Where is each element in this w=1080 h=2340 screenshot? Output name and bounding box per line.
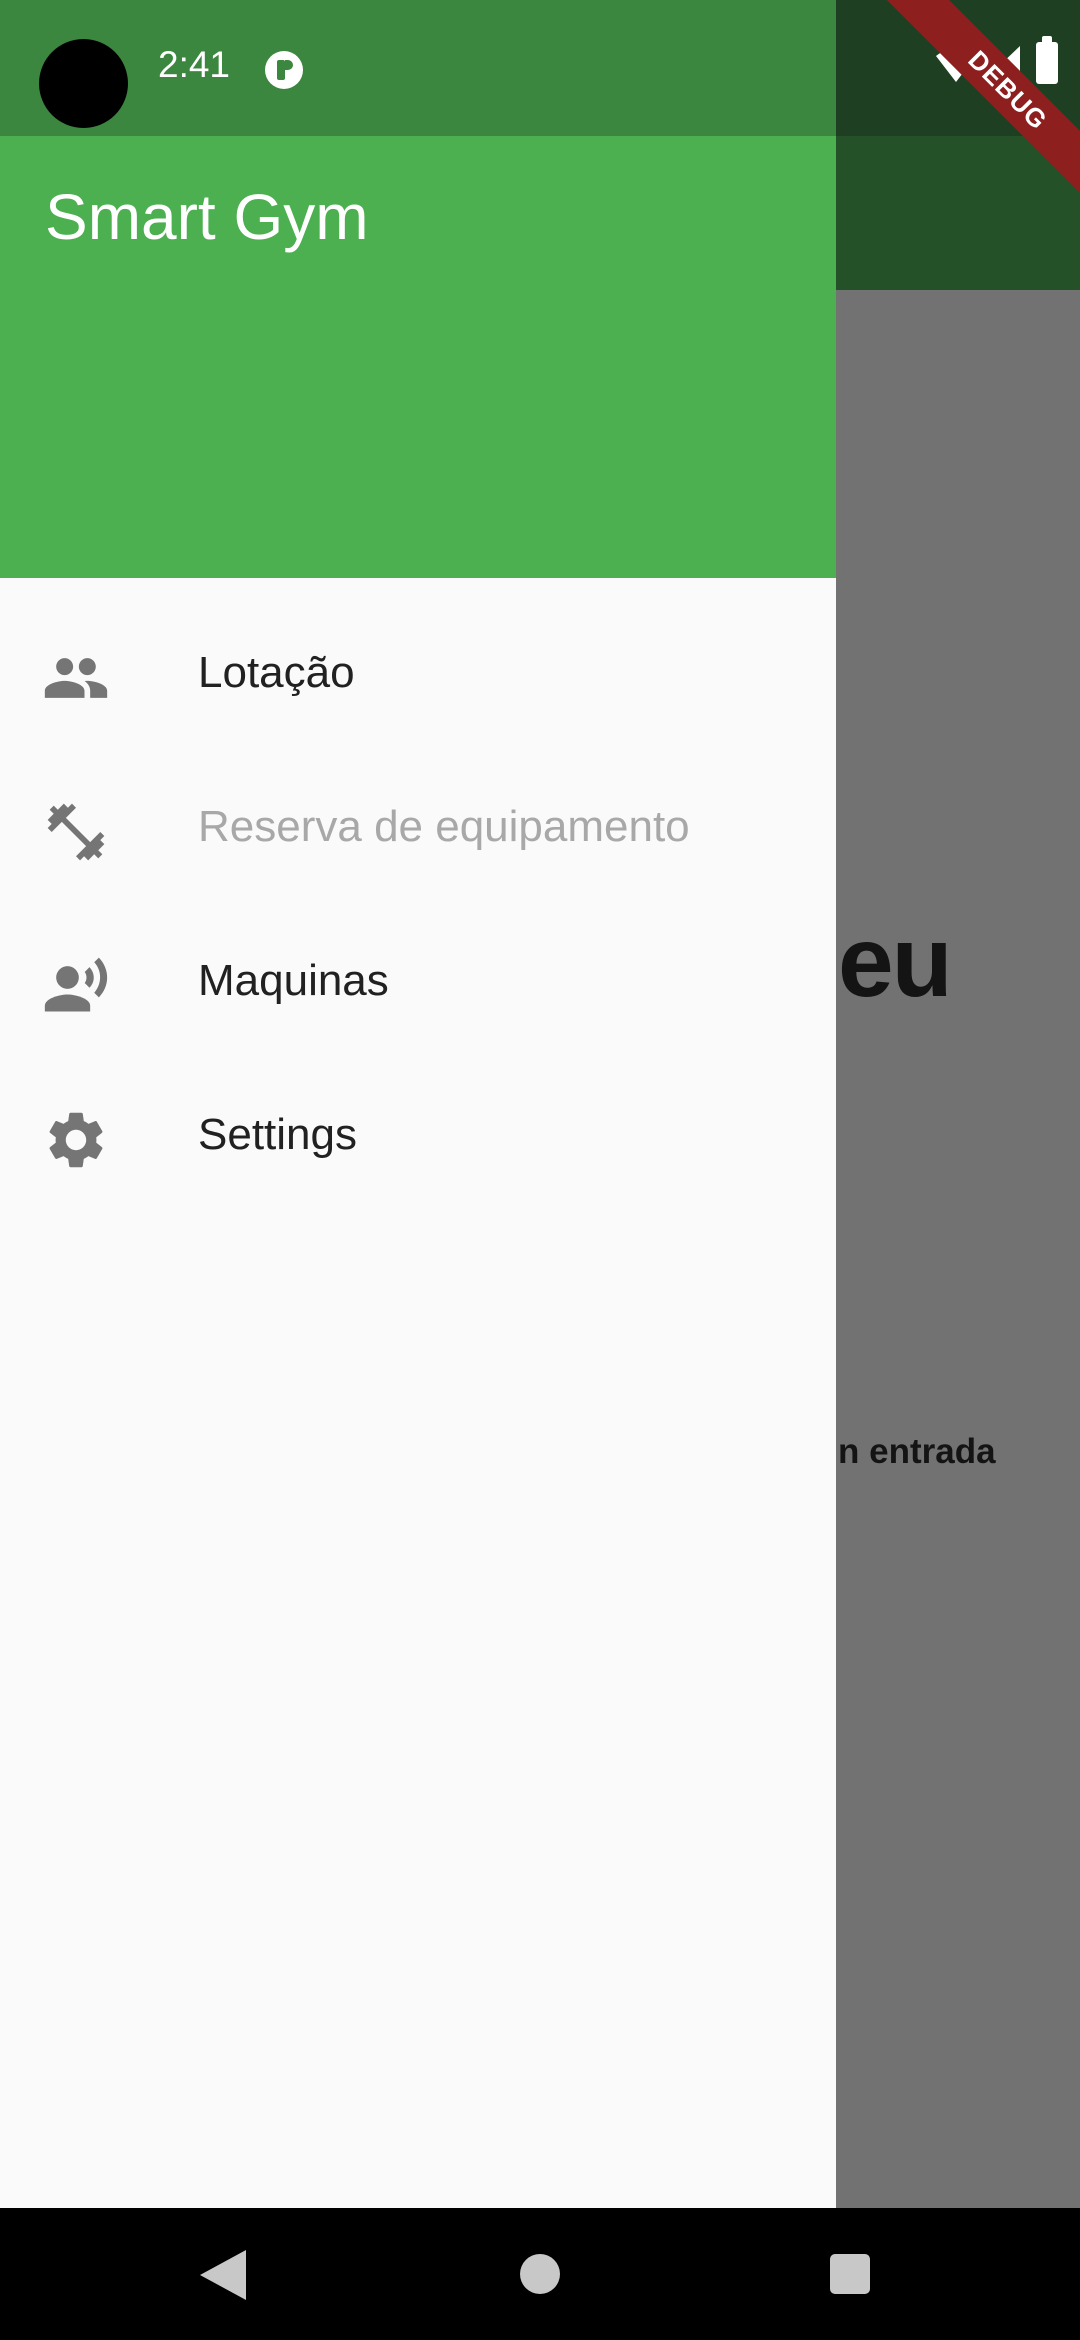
back-icon[interactable] xyxy=(200,2250,246,2300)
screen: eu n entrada 2:41 DEBUG Smart Gym Lotaçã… xyxy=(0,0,1080,2340)
drawer-header-title: Smart Gym xyxy=(45,181,369,253)
people-icon xyxy=(44,658,108,698)
menu-item-maquinas[interactable]: Maquinas xyxy=(0,916,836,1056)
background-heading: eu xyxy=(838,906,953,1018)
fitness-center-icon xyxy=(47,803,105,861)
menu-item-label: Reserva de equipamento xyxy=(198,802,690,851)
menu-item-label: Maquinas xyxy=(198,956,389,1005)
navigation-drawer: Smart Gym Lotação Reserva de equipamento… xyxy=(0,0,836,2208)
home-icon[interactable] xyxy=(520,2254,560,2294)
status-time: 2:41 xyxy=(158,44,231,85)
background-subtext: n entrada xyxy=(838,1432,996,1471)
notification-app-icon xyxy=(265,51,303,89)
menu-item-settings[interactable]: Settings xyxy=(0,1070,836,1210)
menu-item-lotacao[interactable]: Lotação xyxy=(0,608,836,748)
menu-item-label: Settings xyxy=(198,1110,357,1159)
gear-icon xyxy=(49,1112,103,1168)
system-navigation-bar xyxy=(0,2208,1080,2340)
camera-cutout xyxy=(39,39,128,128)
recents-icon[interactable] xyxy=(830,2254,870,2294)
battery-icon xyxy=(1036,36,1058,84)
menu-item-reserva-equipamento[interactable]: Reserva de equipamento xyxy=(0,762,836,902)
person-signal-icon xyxy=(44,957,108,1012)
menu-item-label: Lotação xyxy=(198,648,355,697)
